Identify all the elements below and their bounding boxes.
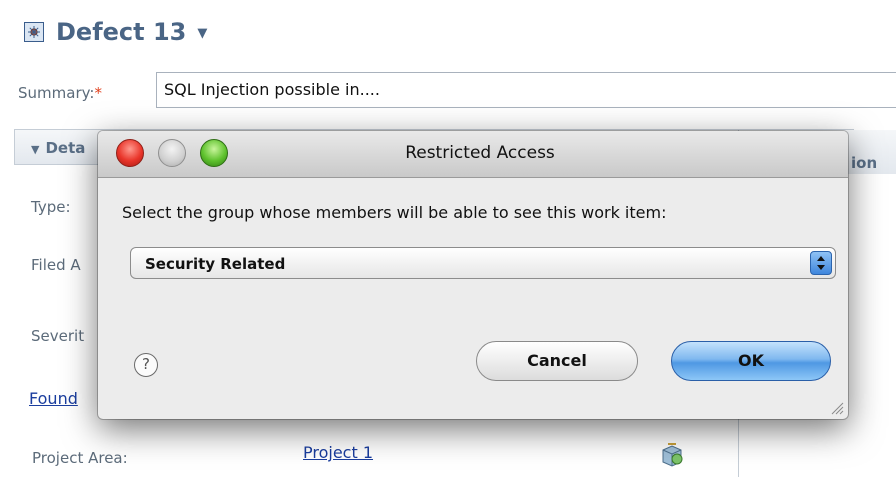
restricted-access-dialog: Restricted Access Select the group whose… <box>98 131 848 419</box>
collapse-triangle-icon[interactable]: ▼ <box>31 143 39 156</box>
required-marker: * <box>94 84 102 102</box>
dialog-titlebar[interactable]: Restricted Access <box>98 131 848 178</box>
ok-button[interactable]: OK <box>671 341 831 381</box>
cancel-button[interactable]: Cancel <box>476 341 638 381</box>
summary-input[interactable]: SQL Injection possible in.... <box>156 72 896 108</box>
group-select-value: Security Related <box>145 255 286 273</box>
project-area-link[interactable]: Project 1 <box>303 443 373 462</box>
resize-grip-icon[interactable] <box>830 401 844 415</box>
found-in-link[interactable]: Found <box>29 389 78 408</box>
details-section-label: Deta <box>45 139 86 157</box>
caret-down-icon[interactable]: ▼ <box>197 26 207 41</box>
dialog-prompt: Select the group whose members will be a… <box>122 203 667 222</box>
dialog-title: Restricted Access <box>405 143 555 163</box>
editor-title: Defect 13 <box>56 18 187 46</box>
updown-arrows-icon[interactable] <box>810 251 832 275</box>
help-icon[interactable]: ? <box>134 353 158 377</box>
group-select[interactable]: Security Related <box>130 247 836 279</box>
project-area-label: Project Area: <box>32 449 128 467</box>
editor-title-row: Defect 13 ▼ <box>24 14 207 50</box>
defect-icon <box>24 22 44 42</box>
project-area-icon[interactable] <box>658 440 686 468</box>
filed-against-label: Filed A <box>31 256 81 274</box>
summary-label: Summary:* <box>18 84 102 102</box>
severity-label: Severit <box>31 327 85 345</box>
type-label: Type: <box>31 198 71 216</box>
